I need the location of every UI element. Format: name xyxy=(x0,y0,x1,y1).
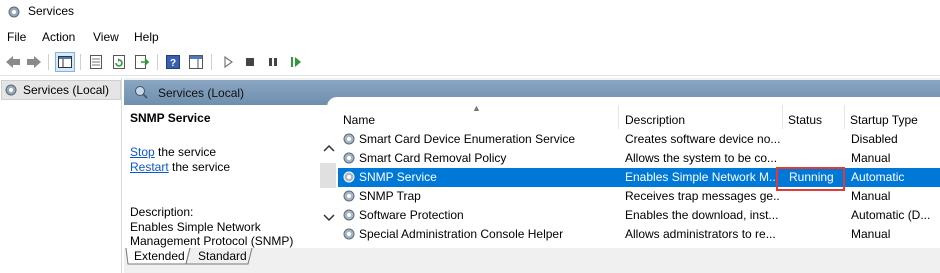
column-header-status[interactable]: Status xyxy=(783,105,845,129)
selected-service-name: SNMP Service xyxy=(130,111,211,125)
column-header-startup-type[interactable]: Startup Type xyxy=(845,105,940,129)
service-gear-icon xyxy=(343,228,355,240)
table-row[interactable]: Special Administration Console Helper All… xyxy=(338,225,940,244)
menu-bar: File Action View Help xyxy=(0,27,940,47)
menu-action[interactable]: Action xyxy=(42,30,75,44)
show-hide-console-tree-icon[interactable] xyxy=(55,52,75,72)
service-description: Enables Simple Network M... xyxy=(625,170,780,184)
tree-item-services-local[interactable]: Services (Local) xyxy=(1,80,121,100)
service-name: Software Protection xyxy=(359,208,464,222)
description-text: Enables Simple Network Management Protoc… xyxy=(130,220,294,248)
view-tabs: Extended Standard xyxy=(124,248,940,267)
service-description: Allows the system to be co... xyxy=(625,151,778,165)
sort-ascending-icon: ▲ xyxy=(472,105,481,113)
properties-icon[interactable] xyxy=(86,52,106,72)
stop-service-icon[interactable] xyxy=(240,52,260,72)
table-row[interactable]: Smart Card Device Enumeration Service Cre… xyxy=(338,130,940,149)
show-action-pane-icon[interactable] xyxy=(186,52,206,72)
svg-text:?: ? xyxy=(170,58,176,69)
service-startup-type: Disabled xyxy=(851,132,898,146)
export-list-icon[interactable] xyxy=(132,52,152,72)
pane-header-title: Services (Local) xyxy=(158,86,245,100)
services-gear-icon xyxy=(8,6,20,18)
scroll-down-icon[interactable] xyxy=(323,214,335,222)
title-bar: Services xyxy=(0,0,940,26)
service-startup-type: Automatic (D... xyxy=(851,208,931,222)
pause-service-icon[interactable] xyxy=(263,52,283,72)
service-gear-icon xyxy=(343,190,355,202)
service-startup-type: Manual xyxy=(851,227,891,241)
service-name: SNMP Trap xyxy=(359,189,421,203)
help-icon[interactable]: ? xyxy=(163,52,183,72)
toolbar: ? xyxy=(0,48,940,76)
service-name: Smart Card Device Enumeration Service xyxy=(359,132,576,146)
table-row[interactable]: Smart Card Removal Policy Allows the syst… xyxy=(338,149,940,168)
refresh-icon[interactable] xyxy=(109,52,129,72)
start-service-icon[interactable] xyxy=(218,52,238,72)
scroll-up-icon[interactable] xyxy=(323,144,335,152)
table-row-selected[interactable]: SNMP Service Enables Simple Network M... R… xyxy=(338,167,940,191)
table-row[interactable]: SNMP Trap Receives trap messages ge... Man… xyxy=(338,187,940,206)
search-gear-icon xyxy=(135,86,148,99)
window-title: Services xyxy=(28,4,75,18)
console-tree: Services (Local) xyxy=(0,78,122,273)
description-label: Description: xyxy=(130,205,194,219)
service-name: Smart Card Removal Policy xyxy=(359,151,507,165)
services-list: ▲ Name Description Status Startup Type S… xyxy=(338,105,940,248)
service-gear-icon xyxy=(343,209,355,221)
table-row[interactable]: Software Protection Enables the download,… xyxy=(338,206,940,225)
service-name: SNMP Service xyxy=(359,170,437,184)
column-header-name[interactable]: ▲ Name xyxy=(338,105,619,129)
tree-item-label: Services (Local) xyxy=(23,83,110,97)
menu-help[interactable]: Help xyxy=(134,30,159,44)
service-startup-type: Manual xyxy=(851,189,891,203)
column-header-description[interactable]: Description xyxy=(619,105,783,129)
menu-view[interactable]: View xyxy=(93,30,119,44)
forward-arrow-icon[interactable] xyxy=(24,52,44,72)
service-description: Creates software device no... xyxy=(625,132,780,146)
restart-service-link[interactable]: Restart xyxy=(130,160,169,174)
back-arrow-icon[interactable] xyxy=(3,52,23,72)
service-gear-icon xyxy=(343,152,355,164)
services-pane: Services (Local) SNMP Service Stop the s… xyxy=(124,78,940,273)
stop-service-link[interactable]: Stop xyxy=(130,145,155,159)
service-description: Allows administrators to re... xyxy=(625,227,776,241)
menu-file[interactable]: File xyxy=(7,30,26,44)
service-description: Receives trap messages ge... xyxy=(625,189,780,203)
service-gear-icon xyxy=(343,171,355,183)
scroll-thumb[interactable] xyxy=(320,163,336,188)
service-startup-type: Manual xyxy=(851,151,891,165)
services-gear-icon xyxy=(5,84,17,96)
resume-service-icon[interactable] xyxy=(286,52,306,72)
service-description: Enables the download, inst... xyxy=(625,208,779,222)
description-panel: SNMP Service Stop the service Restart th… xyxy=(124,105,320,248)
service-startup-type: Automatic xyxy=(851,170,905,184)
service-gear-icon xyxy=(343,133,355,145)
description-scrollbar[interactable] xyxy=(320,105,338,248)
tab-standard[interactable]: Standard xyxy=(198,248,247,265)
tab-extended[interactable]: Extended xyxy=(134,248,185,265)
service-name: Special Administration Console Helper xyxy=(359,227,564,241)
